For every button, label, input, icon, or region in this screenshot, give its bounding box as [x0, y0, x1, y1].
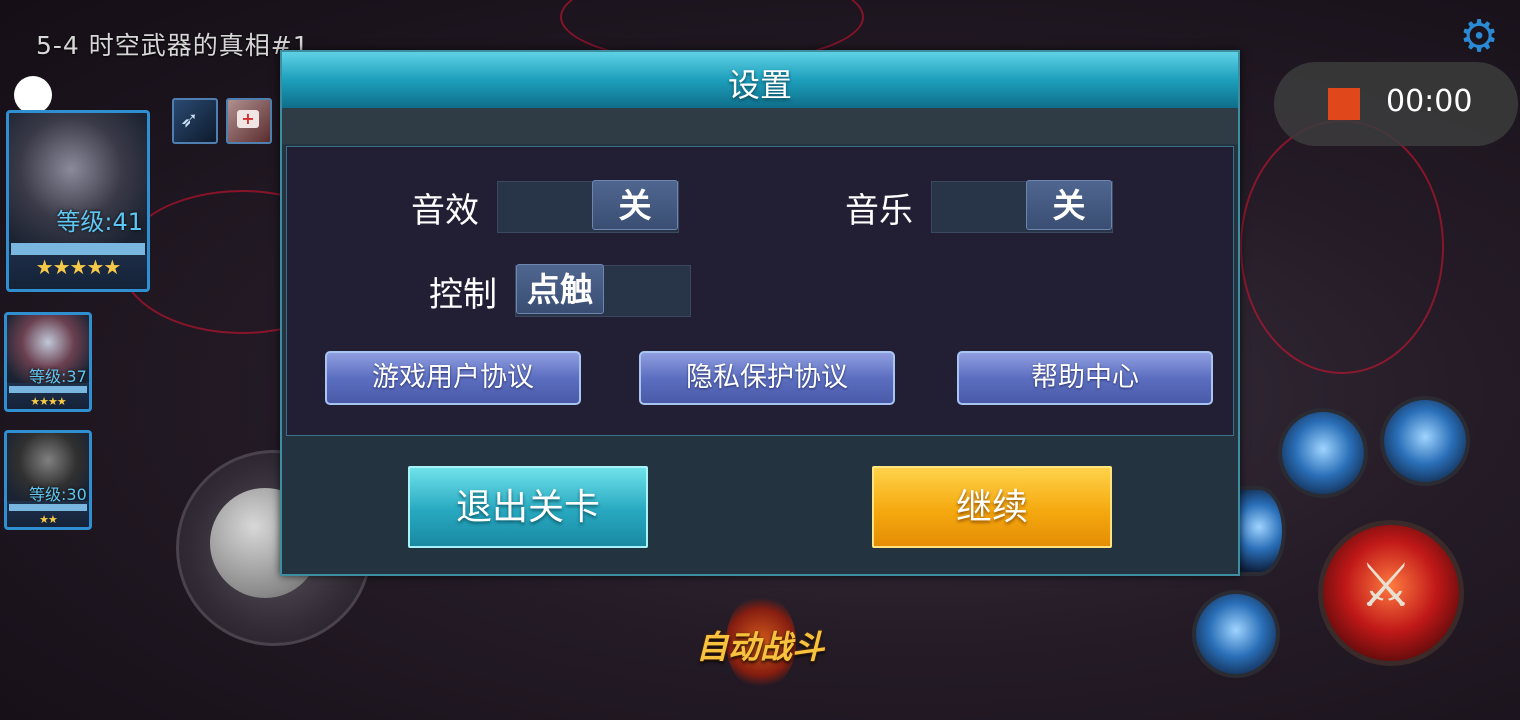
auto-battle-label: 自动战斗: [695, 628, 824, 666]
control-toggle[interactable]: 点触: [515, 264, 691, 317]
skill-button-3[interactable]: [1232, 486, 1286, 576]
dialog-header: 设置: [282, 52, 1238, 108]
crossed-swords-icon: ⚔: [1359, 551, 1413, 621]
wing-icon: ➶: [180, 108, 199, 133]
dialog-title: 设置: [727, 66, 792, 104]
attack-button[interactable]: ⚔: [1318, 520, 1464, 666]
hero-hp-bar: [11, 243, 145, 255]
skill-button-2[interactable]: [1380, 396, 1470, 486]
music-label: 音乐: [845, 191, 913, 231]
control-label: 控制: [429, 275, 497, 315]
exit-level-button[interactable]: 退出关卡: [408, 466, 648, 548]
hero-level: 等级:41: [56, 208, 143, 236]
hero-card-main[interactable]: 等级:41 ★★★★★: [6, 110, 150, 292]
hero-card-2[interactable]: 等级:37 ★★★★: [4, 312, 92, 412]
control-toggle-knob: 点触: [516, 264, 604, 314]
settings-dialog: 设置 音效 关 音乐 关 控制 点触 游戏用户协议 隐私保护协议 帮助中心 退出…: [280, 50, 1240, 576]
hero-stars: ★★★★★: [35, 255, 122, 279]
hero-hp-bar: [9, 386, 87, 393]
screen-recorder: 00:00: [1274, 62, 1518, 146]
continue-button[interactable]: 继续: [872, 466, 1112, 548]
skill-button-4[interactable]: [1192, 590, 1280, 678]
sound-toggle[interactable]: 关: [497, 180, 679, 233]
hero-level: 等级:37: [29, 367, 87, 386]
floating-dot[interactable]: [14, 76, 52, 114]
level-title: 5-4 时空武器的真相#1: [36, 31, 310, 60]
skill-item-slot[interactable]: ➶: [172, 98, 218, 144]
hero-hp-bar: [9, 504, 87, 511]
skill-button-1[interactable]: [1278, 408, 1368, 498]
header-strip: [282, 108, 1238, 144]
auto-battle-button[interactable]: 自动战斗: [690, 594, 830, 690]
hero-level: 等级:30: [29, 485, 87, 504]
gear-icon[interactable]: ⚙: [1456, 14, 1502, 60]
bg-crack: [1240, 120, 1444, 374]
hero-stars: ★★★★: [30, 395, 66, 408]
music-toggle-knob: 关: [1026, 180, 1112, 230]
record-timer: 00:00: [1386, 84, 1473, 119]
medkit-item-slot[interactable]: +: [226, 98, 272, 144]
medkit-icon: +: [237, 110, 259, 128]
privacy-policy-button[interactable]: 隐私保护协议: [639, 351, 895, 405]
help-center-button[interactable]: 帮助中心: [957, 351, 1213, 405]
music-toggle[interactable]: 关: [931, 180, 1113, 233]
hero-stars: ★★: [39, 513, 58, 526]
user-agreement-button[interactable]: 游戏用户协议: [325, 351, 581, 405]
settings-panel: 音效 关 音乐 关 控制 点触 游戏用户协议 隐私保护协议 帮助中心: [286, 146, 1234, 436]
sound-label: 音效: [411, 191, 479, 231]
sound-toggle-knob: 关: [592, 180, 678, 230]
hero-card-3[interactable]: 等级:30 ★★: [4, 430, 92, 530]
stop-record-button[interactable]: [1328, 88, 1360, 120]
